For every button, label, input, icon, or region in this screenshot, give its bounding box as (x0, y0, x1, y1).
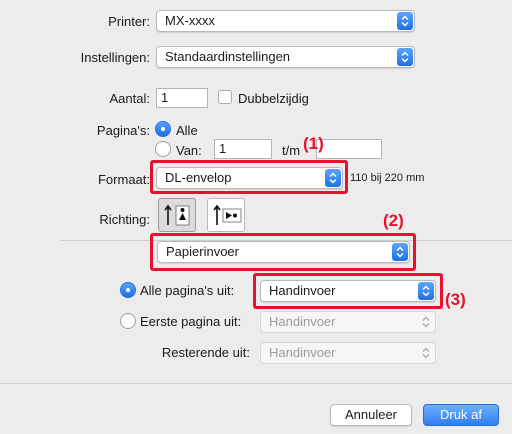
pages-from-label: Van: (176, 143, 202, 158)
pages-all-label: Alle (176, 123, 198, 138)
two-sided-label: Dubbelzijdig (238, 91, 309, 106)
pages-to-label: t/m (282, 143, 301, 158)
pages-label: Pagina's: (96, 123, 150, 138)
feed-remaining-label: Resterende uit: (161, 345, 250, 360)
two-sided-checkbox[interactable] (218, 90, 232, 104)
highlight-section-menu (150, 233, 416, 271)
chevron-updown-icon (397, 12, 413, 30)
feed-all-pages-label: Alle pagina's uit: (140, 283, 235, 298)
chevron-updown-icon (418, 313, 434, 331)
cancel-button[interactable]: Annuleer (330, 404, 412, 426)
orientation-portrait-button[interactable] (158, 198, 196, 232)
feed-first-page-label: Eerste pagina uit: (140, 314, 242, 329)
bottom-separator (0, 383, 512, 384)
presets-label: Instellingen: (80, 50, 150, 65)
highlight-feed-all-pages (253, 273, 443, 309)
portrait-icon (164, 204, 190, 226)
feed-remaining-value: Handinvoer (269, 345, 336, 360)
presets-popup[interactable]: Standaardinstellingen (156, 46, 415, 68)
printer-popup[interactable]: MX-xxxx (156, 10, 415, 32)
orientation-landscape-button[interactable] (207, 198, 245, 232)
feed-first-page-value: Handinvoer (269, 314, 336, 329)
print-button[interactable]: Druk af (423, 404, 499, 426)
callout-3: (3) (445, 290, 466, 309)
presets-value: Standaardinstellingen (165, 49, 291, 64)
copies-field[interactable]: 1 (156, 88, 208, 108)
chevron-updown-icon (418, 344, 434, 362)
printer-label: Printer: (108, 14, 150, 29)
feed-remaining-popup[interactable]: Handinvoer (260, 342, 436, 364)
pages-range-radio[interactable] (155, 141, 171, 157)
pages-from-field[interactable]: 1 (214, 139, 272, 159)
copies-label: Aantal: (109, 91, 150, 106)
feed-first-page-popup[interactable]: Handinvoer (260, 311, 436, 333)
landscape-icon (213, 204, 242, 225)
highlight-paper-size (150, 160, 348, 194)
paper-size-dims: 110 bij 220 mm (350, 172, 425, 184)
chevron-updown-icon (397, 48, 413, 66)
paper-size-label: Formaat: (97, 172, 150, 187)
feed-first-page-radio[interactable] (120, 313, 136, 329)
orientation-label: Richting: (99, 212, 150, 227)
feed-all-pages-radio[interactable] (120, 282, 136, 298)
callout-1: (1) (303, 134, 324, 153)
printer-value: MX-xxxx (165, 13, 215, 28)
pages-to-field[interactable] (316, 139, 382, 159)
callout-2: (2) (383, 211, 404, 230)
pages-all-radio[interactable] (155, 121, 171, 137)
